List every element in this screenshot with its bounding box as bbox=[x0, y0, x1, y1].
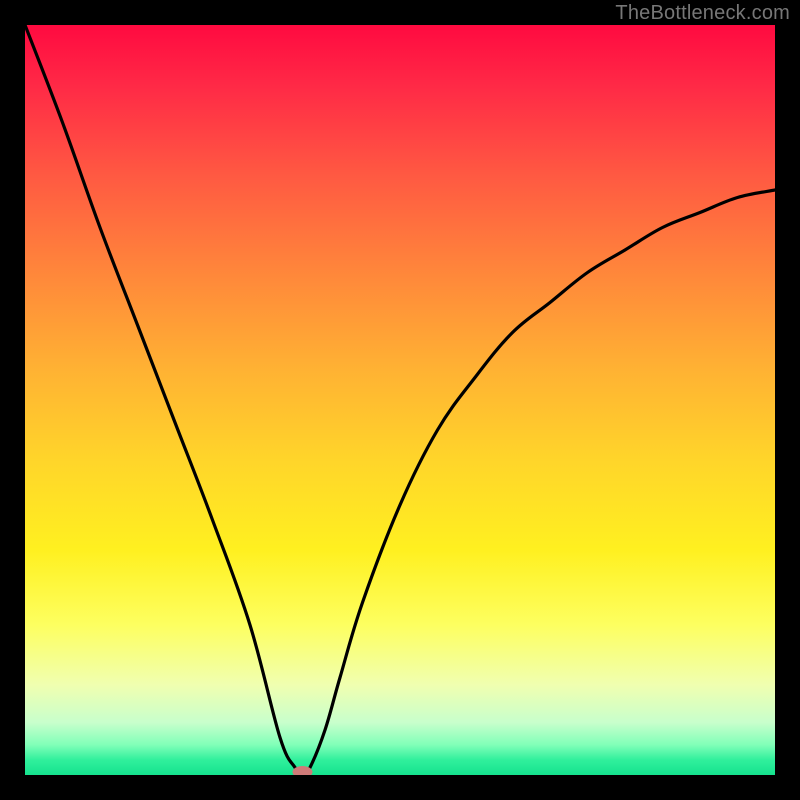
curve-svg bbox=[25, 25, 775, 775]
chart-frame: TheBottleneck.com bbox=[0, 0, 800, 800]
plot-area bbox=[25, 25, 775, 775]
watermark-text: TheBottleneck.com bbox=[615, 2, 790, 25]
bottleneck-curve bbox=[25, 25, 775, 775]
